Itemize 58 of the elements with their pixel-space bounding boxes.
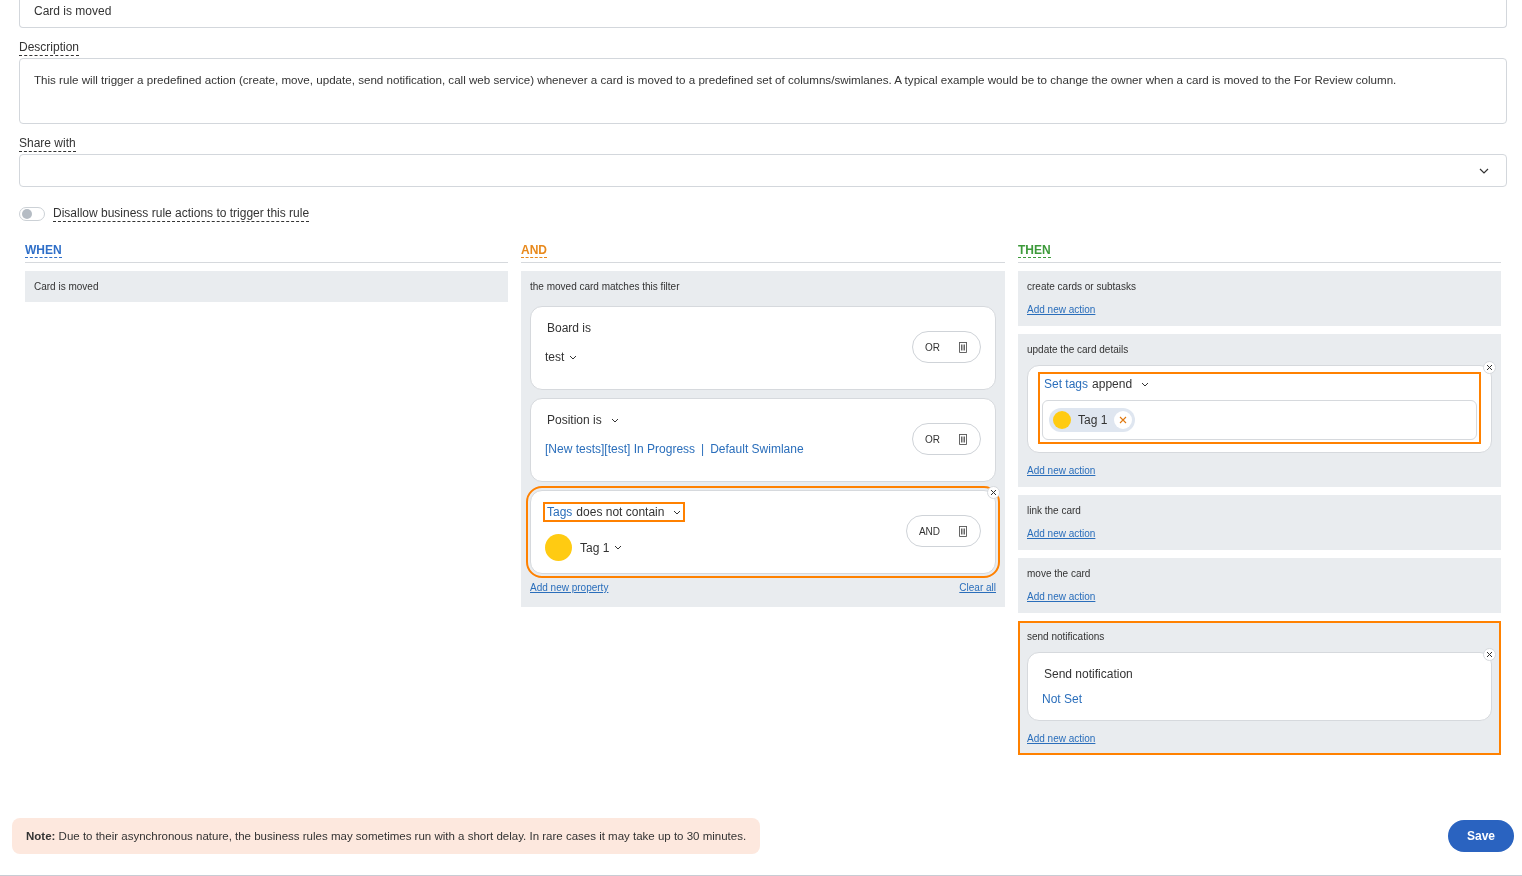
section-title: create cards or subtasks <box>1027 281 1137 292</box>
tag-dropdown[interactable]: Tag 1 <box>580 540 623 555</box>
trash-icon[interactable] <box>958 341 968 353</box>
trash-icon[interactable] <box>958 433 968 445</box>
tags-input-field[interactable]: Tag 1 <box>1042 400 1477 440</box>
condition-selector[interactable]: Board is <box>545 320 594 336</box>
value-dropdown[interactable]: test <box>545 350 578 364</box>
operator-button[interactable]: OR <box>925 341 940 353</box>
clear-all-link[interactable]: Clear all <box>959 582 996 593</box>
position-link[interactable]: [New tests][test] In Progress <box>545 442 696 456</box>
notification-setting-link[interactable]: Not Set <box>1042 692 1477 706</box>
operator-button[interactable]: OR <box>925 433 940 445</box>
condition-selector[interactable]: Position is <box>545 412 621 428</box>
save-button[interactable]: Save <box>1448 820 1514 852</box>
description-label: Description <box>19 40 80 56</box>
remove-tag-button[interactable] <box>1114 411 1133 429</box>
condition-selector[interactable]: Tags does not contain <box>545 504 684 520</box>
close-icon <box>1119 416 1128 424</box>
action-title: Send notification <box>1043 666 1134 682</box>
close-icon <box>990 489 997 496</box>
chevron-down-icon <box>569 354 578 360</box>
add-action-link[interactable]: Add new action <box>1027 528 1096 539</box>
chevron-down-icon <box>673 509 682 515</box>
toggle-label: Disallow business rule actions to trigger this rule <box>53 206 310 222</box>
tag-label: Tag 1 <box>1078 413 1108 427</box>
then-heading: THEN <box>1018 243 1051 258</box>
filter-panel-title: the moved card matches this filter <box>530 281 681 292</box>
toggle-switch[interactable] <box>19 207 45 221</box>
trash-icon[interactable] <box>958 525 968 537</box>
chevron-down-icon <box>1141 381 1150 387</box>
section-title: send notifications <box>1027 631 1106 642</box>
section-title: link the card <box>1027 505 1082 516</box>
close-icon <box>1486 364 1493 371</box>
add-action-link[interactable]: Add new action <box>1027 733 1096 744</box>
add-action-link[interactable]: Add new action <box>1027 591 1096 602</box>
action-type-dropdown[interactable]: Set tags append <box>1042 376 1152 392</box>
position-link[interactable]: Default Swimlane <box>710 442 804 456</box>
add-property-link[interactable]: Add new property <box>530 582 609 593</box>
share-with-label: Share with <box>19 136 76 152</box>
and-heading: AND <box>521 243 547 258</box>
close-button[interactable] <box>1483 648 1496 661</box>
close-button[interactable] <box>1483 361 1496 374</box>
rule-name-field[interactable]: Card is moved <box>19 0 1507 28</box>
note-banner: Note: Due to their asynchronous nature, the business rules may sometimes run with a short delay. In rare cases it may take up to 30 minutes. <box>12 818 761 854</box>
description-field[interactable]: This rule will trigger a predefined action (create, move, update, send notification, call web service) whenever a card is moved to a predefined set of columns/swimlanes. A typical example would be to change the owner when a card is moved to the For Review column. <box>19 58 1507 124</box>
section-title: move the card <box>1027 568 1092 579</box>
chevron-down-icon <box>1479 168 1489 174</box>
add-action-link[interactable]: Add new action <box>1027 465 1096 476</box>
chevron-down-icon <box>614 545 623 550</box>
close-button[interactable] <box>987 486 1000 499</box>
operator-button[interactable]: AND <box>918 525 940 537</box>
close-icon <box>1486 651 1493 658</box>
when-heading: WHEN <box>25 243 62 258</box>
separator: | <box>701 442 705 456</box>
section-title: update the card details <box>1027 344 1130 355</box>
add-action-link[interactable]: Add new action <box>1027 304 1096 315</box>
chevron-down-icon <box>610 417 619 423</box>
trigger-item: Card is moved <box>25 271 508 302</box>
